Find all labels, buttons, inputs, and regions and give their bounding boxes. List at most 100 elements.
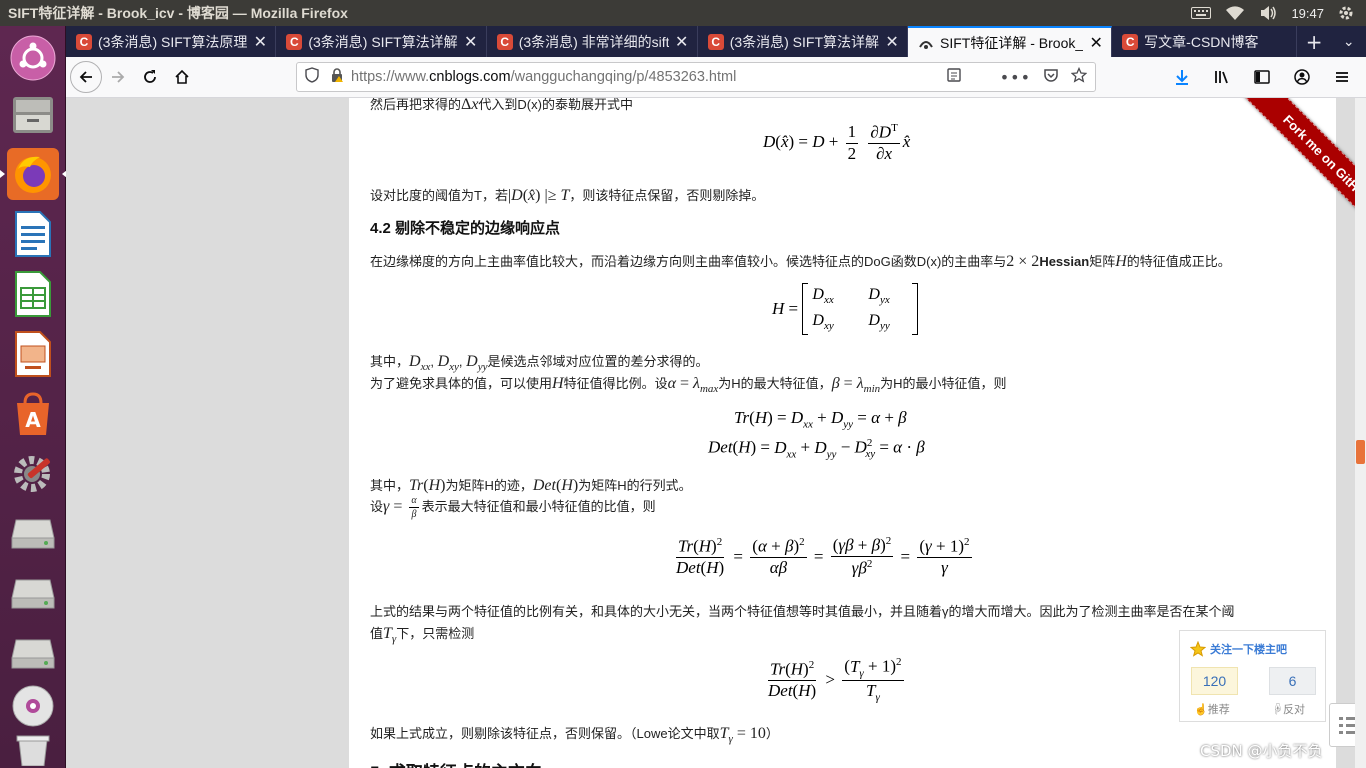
launcher: A <box>0 26 67 768</box>
wifi-icon[interactable] <box>1225 5 1245 21</box>
account-icon <box>1294 69 1310 85</box>
ribbon-label: Fork me on GitHub <box>1280 111 1355 206</box>
arrow-left-icon <box>79 71 92 83</box>
page-scrollbar[interactable] <box>1355 98 1366 768</box>
volume-icon[interactable] <box>1259 5 1277 21</box>
reader-view-icon[interactable] <box>946 67 962 87</box>
hessian-matrix: H = Dxx Dyx Dxy Dyy <box>772 283 919 335</box>
reload-button[interactable] <box>134 61 166 93</box>
shield-icon[interactable] <box>305 67 319 87</box>
csdn-c-icon: C <box>707 33 724 50</box>
top-panel: SIFT特征详解 - Brook_icv - 博客园 — Mozilla Fir… <box>0 0 1366 26</box>
ubuntu-dash-icon[interactable] <box>7 32 59 84</box>
csdn-watermark: CSDN @小负不负 <box>1200 742 1323 760</box>
thumbs-up-icon: ☝ <box>1194 704 1208 716</box>
follow-link[interactable]: 关注一下楼主吧 <box>1190 641 1287 657</box>
warning-lock-icon[interactable] <box>329 67 345 87</box>
drive-icon[interactable] <box>7 568 59 620</box>
bookmark-star-icon[interactable] <box>1070 66 1088 87</box>
svg-text:A: A <box>25 408 41 432</box>
url-bar[interactable]: https://www.cnblogs.com/wangguchangqing/… <box>296 62 1096 92</box>
tab-label: (3条消息) SIFT算法详解 <box>308 33 458 50</box>
clock[interactable]: 19:47 <box>1291 6 1324 21</box>
oppose-button[interactable]: 6 <box>1269 667 1316 695</box>
tab-label: (3条消息) SIFT算法详解 <box>729 33 880 50</box>
library-icon <box>1215 71 1228 84</box>
close-icon[interactable]: ✕ <box>462 32 480 51</box>
text-line: 上式的结果与两个特征值的比例有关，和具体的大小无关，当两个特征值想等时其值最小，… <box>370 604 1235 619</box>
account-button[interactable] <box>1286 61 1318 93</box>
tab-cnblogs-active[interactable]: SIFT特征详解 - Brook_ ✕ <box>908 26 1113 57</box>
nav-bar: https://www.cnblogs.com/wangguchangqing/… <box>66 57 1366 98</box>
trace-equation: Tr(H) = Dxx + Dyy = α + β <box>734 408 907 431</box>
follow-widget: 关注一下楼主吧 120 6 ☝推荐 ☟反对 <box>1179 630 1326 722</box>
tab-label: 写文章-CSDN博客 <box>1144 33 1259 50</box>
recommend-button[interactable]: 120 <box>1191 667 1238 695</box>
tab-label: (3条消息) 非常详细的sift <box>518 33 669 50</box>
taylor-equation: D(x̂) = D + 12 ∂DT ∂x x̂ <box>763 121 911 164</box>
panel-indicators: 19:47 <box>1191 5 1366 21</box>
forward-button[interactable] <box>102 61 134 93</box>
recommend-label: ☝推荐 <box>1194 704 1230 716</box>
close-icon[interactable]: ✕ <box>251 32 269 51</box>
section-heading: 5. 求取特征点的主方向 <box>370 758 542 768</box>
download-button[interactable] <box>1166 61 1198 93</box>
software-center-icon[interactable]: A <box>7 388 59 440</box>
dvd-icon[interactable] <box>7 680 59 732</box>
new-tab-button[interactable]: + <box>1297 26 1332 57</box>
arrow-right-icon <box>112 71 125 83</box>
tab-bar: C (3条消息) SIFT算法原理 ✕ C (3条消息) SIFT算法详解 ✕ … <box>66 26 1366 57</box>
drive-icon[interactable] <box>7 628 59 680</box>
threshold-equation: Tr(H)2 Det(H) > (Tγ + 1)2 Tγ <box>767 656 904 704</box>
tab-label: (3条消息) SIFT算法原理 <box>98 33 248 50</box>
back-button[interactable] <box>70 61 102 93</box>
oppose-count: 6 <box>1288 673 1297 689</box>
impress-icon[interactable] <box>7 328 59 380</box>
csdn-c-icon: C <box>286 33 303 50</box>
url-text[interactable]: https://www.cnblogs.com/wangguchangqing/… <box>351 69 736 85</box>
toc-button[interactable] <box>1329 703 1355 747</box>
recommend-count: 120 <box>1202 673 1227 689</box>
csdn-c-icon: C <box>1122 33 1139 50</box>
tab-csdn-3[interactable]: C (3条消息) 非常详细的sift ✕ <box>487 26 698 57</box>
tab-csdn-write[interactable]: C 写文章-CSDN博客 <box>1112 26 1297 57</box>
csdn-c-icon: C <box>76 33 92 50</box>
close-icon[interactable]: ✕ <box>883 32 901 51</box>
more-actions-icon[interactable]: ••• <box>1000 68 1031 87</box>
menu-button[interactable] <box>1326 61 1358 93</box>
section-heading: 4.2 剔除不稳定的边缘响应点 <box>370 220 561 237</box>
hamburger-icon <box>1336 72 1348 82</box>
close-icon[interactable]: ✕ <box>673 32 691 51</box>
scroll-thumb[interactable] <box>1356 440 1365 464</box>
firefox-icon[interactable] <box>0 148 67 200</box>
files-icon[interactable] <box>7 88 59 140</box>
calc-icon[interactable] <box>7 268 59 320</box>
ratio-equation: Tr(H)2 Det(H) = (α + β)2 αβ = (γβ + β)2 γβ2… <box>675 535 972 578</box>
trash-icon[interactable] <box>7 732 59 768</box>
text-line: 在边缘梯度的方向上主曲率值比较大，而沿着边缘方向则主曲率值较小。候选特征点的Do… <box>370 253 1231 270</box>
settings-icon[interactable] <box>7 448 59 500</box>
drive-icon[interactable] <box>7 508 59 560</box>
tab-csdn-1[interactable]: C (3条消息) SIFT算法原理 ✕ <box>66 26 277 57</box>
cnblogs-icon <box>918 35 934 51</box>
text-line: 其中，Tr(H)为矩阵H的迹，Det(H)为矩阵H的行列式。 <box>370 477 692 494</box>
tab-csdn-2[interactable]: C (3条消息) SIFT算法详解 ✕ <box>276 26 487 57</box>
pocket-icon[interactable] <box>1043 67 1059 87</box>
writer-icon[interactable] <box>7 208 59 260</box>
text-line: 然后再把求得的Δx代入到D(x)的泰勒展开式中 <box>370 98 633 113</box>
reload-icon <box>144 70 156 83</box>
sidebar-button[interactable] <box>1246 61 1278 93</box>
github-ribbon[interactable]: Fork me on GitHub <box>1216 98 1355 248</box>
keyboard-icon[interactable] <box>1191 6 1212 20</box>
csdn-c-icon: C <box>496 33 513 50</box>
library-button[interactable] <box>1206 61 1238 93</box>
chevron-down-icon[interactable]: ⌄ <box>1331 26 1366 57</box>
close-icon[interactable]: ✕ <box>1087 33 1105 52</box>
ribbon-band[interactable]: Fork me on GitHub <box>1238 98 1355 247</box>
download-icon <box>1176 70 1188 85</box>
sidebar-icon <box>1254 70 1270 84</box>
gear-icon[interactable] <box>1338 5 1354 21</box>
home-button[interactable] <box>166 61 198 93</box>
text-line: 设对比度的阈值为T，若|D(x̂) |≥ T，则该特征点保留，否则剔除掉。 <box>370 187 765 204</box>
tab-csdn-4[interactable]: C (3条消息) SIFT算法详解 ✕ <box>698 26 909 57</box>
